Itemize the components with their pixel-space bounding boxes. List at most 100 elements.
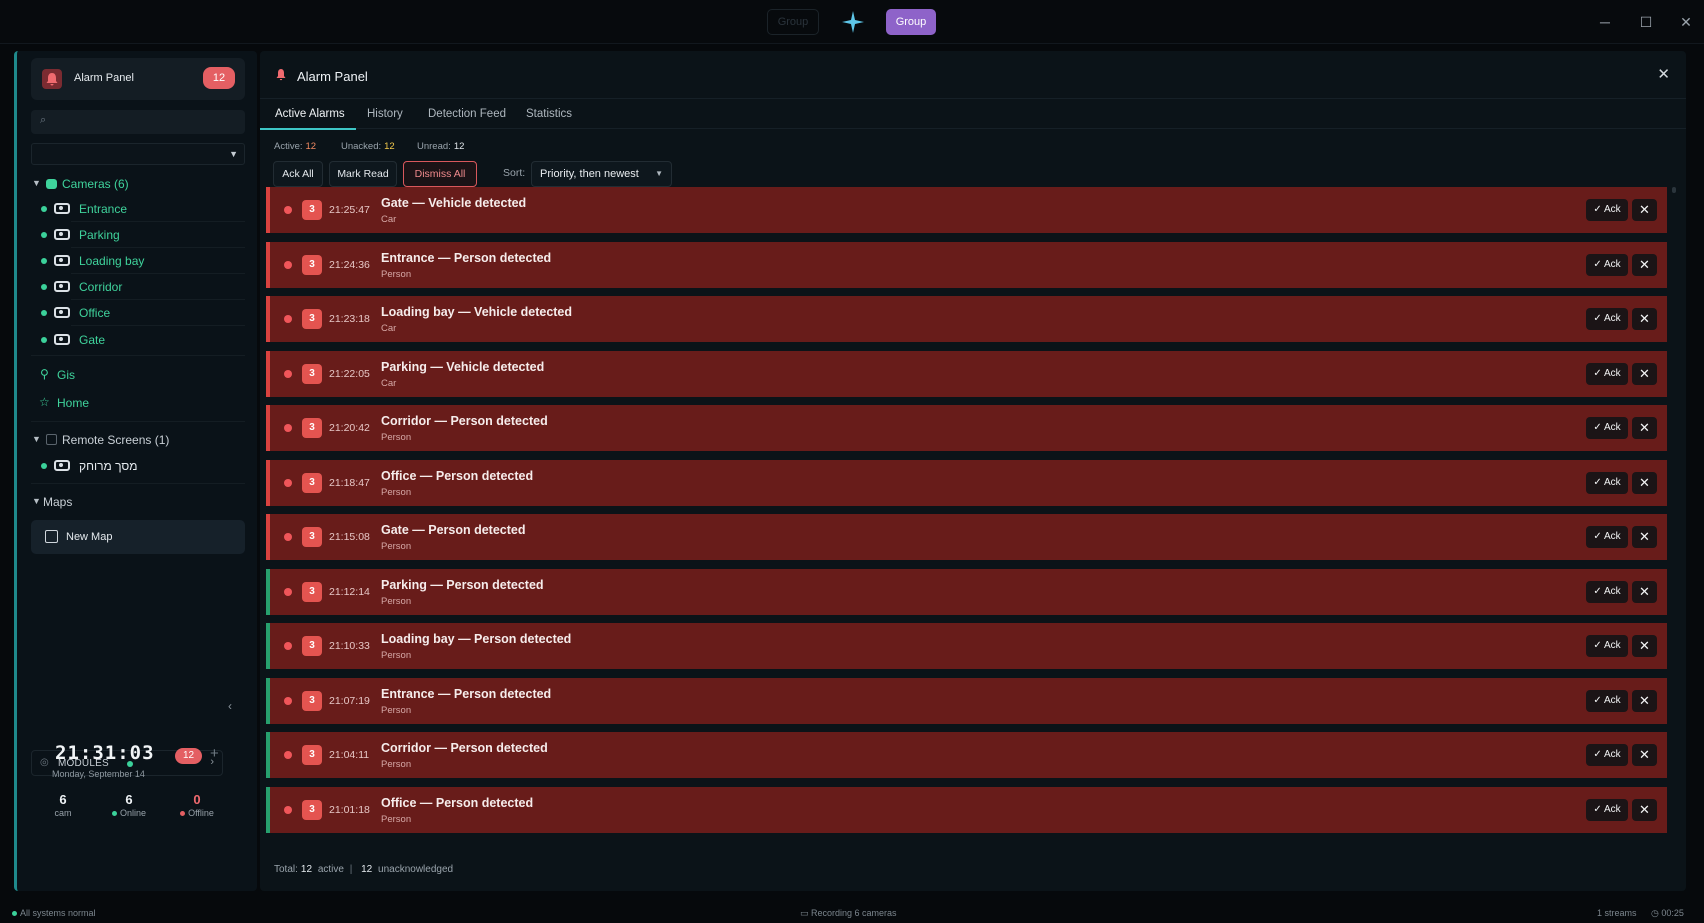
minimize-button[interactable]: ─ <box>1595 12 1615 32</box>
alarm-row[interactable]: 3 21:15:08 Gate — Person detected Person ✓ A… <box>266 514 1667 560</box>
sidebar-item-camera[interactable]: Office <box>17 301 245 325</box>
online-status-dot <box>41 337 47 343</box>
cameras-group-toggle[interactable]: ▼ Cameras (6) <box>17 172 245 196</box>
dismiss-button[interactable]: ✕ <box>1632 744 1657 766</box>
sort-select[interactable]: Priority, then newest ▼ <box>531 161 672 187</box>
alarm-row[interactable]: 3 21:22:05 Parking — Vehicle detected Car ✓ … <box>266 350 1667 397</box>
alarm-row[interactable]: 3 21:25:47 Gate — Vehicle detected Car ✓ Ack… <box>266 187 1667 233</box>
online-dot <box>111 811 117 817</box>
checkbox[interactable] <box>46 434 57 445</box>
remote-screens-group-toggle[interactable]: ▼ Remote Screens (1) <box>17 428 245 452</box>
camera-label: Gate <box>79 333 106 347</box>
unread-dot <box>284 315 292 323</box>
dismiss-button[interactable]: ✕ <box>1632 362 1657 385</box>
window-close-button[interactable]: ✕ <box>1676 12 1696 32</box>
priority-badge: 3 <box>302 309 322 329</box>
sidebar-item-home[interactable]: ☆ Home <box>17 391 245 415</box>
sidebar-filter-select[interactable]: ▼ <box>31 143 245 165</box>
alarm-row[interactable]: 3 21:04:11 Corridor — Person detected Perso… <box>266 732 1667 778</box>
caret-down-icon: ▼ <box>32 178 41 188</box>
alarm-subtitle: Person <box>381 432 412 443</box>
sidebar-item-camera[interactable]: Entrance <box>17 197 245 221</box>
dismiss-button[interactable]: ✕ <box>1632 689 1657 712</box>
alarm-row[interactable]: 3 21:23:18 Loading bay — Vehicle detected C… <box>266 296 1667 342</box>
scrollbar[interactable] <box>1672 187 1676 193</box>
close-icon: ✕ <box>1639 311 1650 326</box>
sidebar-item-camera[interactable]: Corridor <box>17 275 245 299</box>
alarm-row[interactable]: 3 21:12:14 Parking — Person detected Person… <box>266 568 1667 615</box>
alarm-row[interactable]: 3 21:01:18 Office — Person detected Person ✓… <box>266 786 1667 833</box>
collapse-sidebar-button[interactable]: ‹ <box>228 699 232 713</box>
ack-all-button[interactable]: Ack All <box>273 161 323 187</box>
sidebar-search-input[interactable] <box>31 110 245 134</box>
panel-header: Alarm Panel ✕ <box>260 51 1686 99</box>
sidebar-item-camera[interactable]: Parking <box>17 223 245 247</box>
sidebar-item-gis[interactable]: ⚲ Gis <box>17 363 245 387</box>
sidebar-item-camera[interactable]: Loading bay <box>17 249 245 273</box>
priority-badge: 3 <box>302 636 322 656</box>
priority-badge: 3 <box>302 527 322 547</box>
alarm-row[interactable]: 3 21:10:33 Loading bay — Person detected Pe… <box>266 623 1667 669</box>
dismiss-button[interactable]: ✕ <box>1632 635 1657 657</box>
dismiss-button[interactable]: ✕ <box>1632 471 1657 494</box>
tab-active-alarms[interactable]: Active Alarms <box>275 108 345 120</box>
alarm-subtitle: Person <box>381 704 412 716</box>
sidebar-alarm-panel-button[interactable]: Alarm Panel 12 <box>31 58 245 100</box>
stat-online: 6 Online <box>99 792 159 818</box>
ack-button[interactable]: ✓ Ack <box>1586 417 1628 439</box>
alarm-row[interactable]: 3 21:18:47 Office — Person detected Person ✓… <box>266 459 1667 506</box>
close-panel-button[interactable]: ✕ <box>1657 65 1670 83</box>
alarm-time: 21:25:47 <box>329 204 370 216</box>
modules-icon: ◎ <box>40 757 49 768</box>
ack-button[interactable]: ✓ Ack <box>1586 199 1628 221</box>
unread-dot <box>284 696 292 705</box>
priority-badge: 3 <box>302 581 322 602</box>
sidebar-item-remote-screen[interactable]: מסך מרוחק <box>17 454 245 478</box>
dismiss-button[interactable]: ✕ <box>1632 253 1657 276</box>
add-icon[interactable]: + <box>210 745 219 762</box>
maximize-button[interactable]: ☐ <box>1636 12 1656 32</box>
dismiss-button[interactable]: ✕ <box>1632 199 1657 221</box>
priority-badge: 3 <box>302 200 322 220</box>
online-status-dot <box>41 463 47 469</box>
maps-group-toggle[interactable]: ▼ Maps <box>17 490 245 514</box>
ack-button[interactable]: ✓ Ack <box>1586 798 1628 821</box>
dismiss-button[interactable]: ✕ <box>1632 798 1657 821</box>
sidebar: Alarm Panel 12 ⌕ ▼ ▼ Cameras (6) Entranc… <box>14 51 257 891</box>
sidebar-item-camera[interactable]: Gate <box>17 328 245 352</box>
mark-read-button[interactable]: Mark Read <box>329 161 397 187</box>
alarm-subtitle: Car <box>381 377 397 389</box>
dismiss-button[interactable]: ✕ <box>1632 417 1657 439</box>
ack-button[interactable]: ✓ Ack <box>1586 471 1628 494</box>
ack-button[interactable]: ✓ Ack <box>1586 689 1628 712</box>
dismiss-all-button[interactable]: Dismiss All <box>403 161 477 187</box>
app-logo-icon <box>842 11 864 33</box>
tab-detection-feed[interactable]: Detection Feed <box>428 108 506 120</box>
new-map-button[interactable]: New Map <box>31 520 245 554</box>
dismiss-button[interactable]: ✕ <box>1632 526 1657 548</box>
ack-button[interactable]: ✓ Ack <box>1586 253 1628 276</box>
dismiss-button[interactable]: ✕ <box>1632 580 1657 603</box>
camera-label: Office <box>79 306 111 320</box>
tab-statistics[interactable]: Statistics <box>526 108 572 120</box>
check-icon: ✓ <box>1593 531 1604 542</box>
alarm-row[interactable]: 3 21:20:42 Corridor — Person detected Perso… <box>266 405 1667 451</box>
ack-button[interactable]: ✓ Ack <box>1586 526 1628 548</box>
ack-button[interactable]: ✓ Ack <box>1586 744 1628 766</box>
check-icon: ✓ <box>1593 367 1604 379</box>
ack-button[interactable]: ✓ Ack <box>1586 580 1628 603</box>
clock-date: Monday, September 14 <box>52 769 145 779</box>
ack-button[interactable]: ✓ Ack <box>1586 308 1628 330</box>
dismiss-button[interactable]: ✕ <box>1632 308 1657 330</box>
online-status-dot <box>41 206 47 212</box>
ghost-group-button[interactable]: Group <box>767 9 819 35</box>
close-icon: ✕ <box>1639 638 1650 653</box>
alarm-row[interactable]: 3 21:07:19 Entrance — Person detected Perso… <box>266 677 1667 724</box>
alarm-row[interactable]: 3 21:24:36 Entrance — Person detected Perso… <box>266 241 1667 288</box>
tab-history[interactable]: History <box>367 108 403 120</box>
alarm-panel: Alarm Panel ✕ Active Alarms History Dete… <box>260 51 1686 891</box>
camera-group-icon <box>46 179 57 189</box>
ack-button[interactable]: ✓ Ack <box>1586 635 1628 657</box>
ack-button[interactable]: ✓ Ack <box>1586 362 1628 385</box>
group-button[interactable]: Group <box>886 9 936 35</box>
